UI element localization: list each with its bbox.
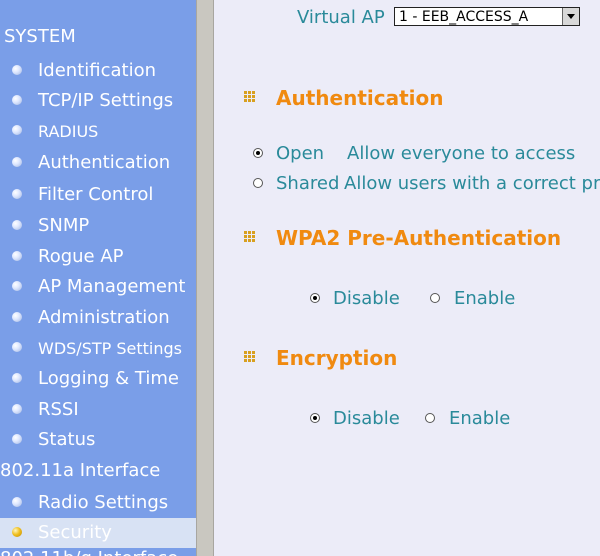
bullet-icon [12,251,22,261]
bullet-icon [12,342,22,352]
sidebar-item-wds-stp-settings[interactable]: WDS/STP Settings [0,333,196,363]
sidebar-item-label: TCP/IP Settings [38,90,174,111]
sidebar-item-label: Status [38,429,96,450]
sidebar-item-logging-time[interactable]: Logging & Time [0,364,196,394]
auth-open-radio[interactable] [253,148,263,158]
sidebar-item-rssi[interactable]: RSSI [0,395,196,425]
chevron-down-icon[interactable] [562,8,579,25]
bullet-icon [12,125,22,135]
auth-open-label: Open [276,143,325,164]
auth-shared-radio[interactable] [253,178,263,188]
sidebar-item-label: Authentication [38,152,171,173]
encryption-heading-text: Encryption [276,346,398,370]
authentication-heading-text: Authentication [276,86,444,110]
auth-shared-description: Allow users with a correct pre-shared ke… [344,173,600,194]
sidebar-item-label: Administration [38,307,170,328]
wpa2-disable-label: Disable [333,288,400,309]
bullet-icon [12,434,22,444]
auth-open-description: Allow everyone to access [347,143,576,164]
sidebar-item-label: Filter Control [38,184,154,205]
sidebar-item-authentication[interactable]: Authentication [0,148,196,178]
sidebar-item-label: SNMP [38,215,90,236]
wpa2-preauth-heading-text: WPA2 Pre-Authentication [276,226,562,250]
sidebar-item-ap-management[interactable]: AP Management [0,272,196,302]
sidebar-item-label: Rogue AP [38,246,124,267]
sidebar-item-label: RSSI [38,399,79,420]
sidebar-item-radius[interactable]: RADIUS [0,116,196,146]
virtual-ap-select[interactable]: 1 - EEB_ACCESS_A [394,7,580,26]
bullet-icon [12,373,22,383]
bullet-icon [12,95,22,105]
encryption-enable-radio[interactable] [425,413,435,423]
sidebar-item-snmp[interactable]: SNMP [0,211,196,241]
grid-bullet-icon [244,351,256,363]
sidebar-scrollbar[interactable] [196,0,214,556]
sidebar-item-status[interactable]: Status [0,425,196,455]
main-content: Virtual AP 1 - EEB_ACCESS_A Authenticati… [214,0,600,556]
bullet-icon [12,65,22,75]
encryption-disable-radio[interactable] [310,413,320,423]
encryption-enable-label: Enable [449,408,511,429]
sidebar-item-rogue-ap[interactable]: Rogue AP [0,242,196,272]
section-80211bg-interface: 802.11b/g Interface [0,548,178,556]
sidebar-nav: SYSTEM Identification TCP/IP Settings RA… [0,0,196,556]
sidebar-item-label: AP Management [38,276,186,297]
sidebar-item-label: Logging & Time [38,368,179,389]
sidebar-item-identification[interactable]: Identification [0,56,196,86]
grid-bullet-icon [244,91,256,103]
sidebar-item-security[interactable]: Security [0,518,196,548]
bullet-icon [12,157,22,167]
wpa2-enable-radio[interactable] [430,293,440,303]
sidebar-item-label: Security [38,522,112,543]
sidebar-item-filter-control[interactable]: Filter Control [0,180,196,210]
bullet-icon [12,497,22,507]
wpa2-disable-radio[interactable] [310,293,320,303]
sidebar-item-radio-settings[interactable]: Radio Settings [0,488,196,518]
sidebar-item-label: RADIUS [38,122,99,141]
sidebar-item-administration[interactable]: Administration [0,303,196,333]
bullet-icon [12,404,22,414]
bullet-icon [12,220,22,230]
sidebar-item-label: WDS/STP Settings [38,339,182,358]
bullet-active-icon [12,527,22,537]
bullet-icon [12,189,22,199]
grid-bullet-icon [244,231,256,243]
encryption-disable-label: Disable [333,408,400,429]
auth-shared-label: Shared [276,173,340,194]
bullet-icon [12,312,22,322]
virtual-ap-selected-value: 1 - EEB_ACCESS_A [399,9,529,25]
sidebar-item-label: Identification [38,60,157,81]
bullet-icon [12,281,22,291]
section-system: SYSTEM [4,26,76,47]
wpa2-enable-label: Enable [454,288,516,309]
sidebar-item-label: Radio Settings [38,492,169,513]
section-80211a-interface: 802.11a Interface [0,460,161,481]
virtual-ap-label: Virtual AP [297,7,385,28]
sidebar-item-tcpip-settings[interactable]: TCP/IP Settings [0,86,196,116]
